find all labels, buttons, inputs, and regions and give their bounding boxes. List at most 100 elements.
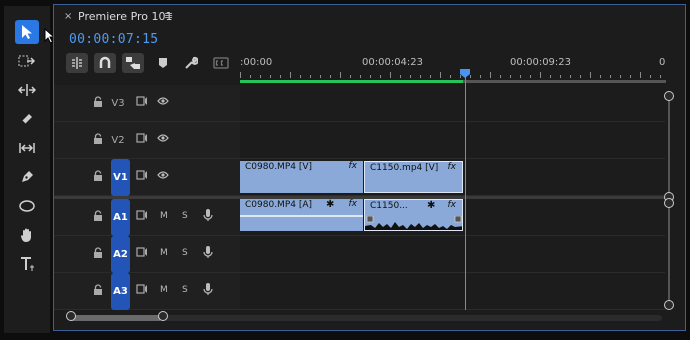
solo-button[interactable]: S — [182, 285, 188, 295]
lock-icon[interactable] — [93, 284, 103, 296]
linked-selection-button[interactable] — [122, 53, 144, 73]
arrow-pointer-icon — [22, 25, 32, 39]
close-tab-button[interactable]: × — [64, 11, 72, 22]
lock-icon[interactable] — [93, 210, 103, 222]
mute-button[interactable]: M — [160, 285, 168, 295]
track-target-a1[interactable]: A1 — [111, 199, 130, 236]
solo-button[interactable]: S — [182, 248, 188, 258]
microphone-icon[interactable] — [203, 208, 213, 222]
track-v3[interactable]: V3 — [54, 85, 665, 122]
ruler-tick — [660, 75, 661, 78]
playhead-timecode[interactable]: 00:00:07:15 — [69, 32, 158, 47]
ripple-edit-tool-button[interactable] — [15, 78, 39, 102]
insert-nested-sequence-button[interactable] — [66, 53, 88, 73]
keyframe-icon: ✱ — [326, 199, 335, 210]
audio-clip-selected[interactable]: C1150... ✱ fx — [364, 199, 463, 231]
track-name[interactable]: V3 — [107, 93, 129, 113]
mute-button[interactable]: M — [160, 248, 168, 258]
audio-waveform — [365, 216, 462, 230]
clip-label: C1150... — [370, 201, 408, 211]
razor-icon — [21, 114, 32, 125]
fx-badge: fx — [447, 162, 457, 172]
ruler-tick — [460, 75, 461, 78]
slip-tool-button[interactable] — [15, 136, 39, 160]
audio-vertical-scrollbar[interactable] — [668, 205, 670, 303]
hand-tool-button[interactable] — [15, 223, 39, 247]
panel-menu-icon[interactable]: ≡ — [164, 9, 173, 22]
lock-icon[interactable] — [93, 96, 103, 108]
track-a1[interactable]: A1 M S C0980.MP4 [A] ✱ fx C1150... ✱ fx — [54, 199, 665, 236]
track-target-a3[interactable]: A3 — [111, 273, 130, 310]
scroll-handle[interactable] — [664, 91, 674, 101]
add-marker-button[interactable] — [152, 53, 174, 73]
ruler-tick — [340, 72, 341, 78]
eye-icon[interactable] — [157, 97, 169, 105]
ellipse-tool-button[interactable] — [15, 194, 39, 218]
track-v2[interactable]: V2 — [54, 122, 665, 159]
video-clip-selected[interactable]: C1150.mp4 [V] fx — [364, 161, 463, 193]
ruler-tick — [430, 75, 431, 78]
magnet-icon — [99, 56, 111, 68]
fx-badge: fx — [348, 161, 358, 171]
playhead-line[interactable] — [465, 71, 466, 310]
eye-icon[interactable] — [157, 134, 169, 142]
razor-tool-button[interactable] — [15, 107, 39, 131]
zoom-handle-right[interactable] — [158, 311, 168, 321]
nest-icon — [72, 57, 82, 69]
ruler-tick — [610, 75, 611, 78]
zoom-handle-left[interactable] — [66, 311, 76, 321]
track-a2[interactable]: A2 M S — [54, 236, 665, 273]
ruler-tick — [580, 75, 581, 78]
ruler-tick — [400, 75, 401, 78]
microphone-icon[interactable] — [203, 245, 213, 259]
scroll-handle[interactable] — [664, 198, 674, 208]
sync-lock-icon[interactable] — [136, 133, 148, 143]
ruler-tick — [300, 75, 301, 78]
clip-label: C1150.mp4 [V] — [370, 163, 439, 173]
sync-lock-icon[interactable] — [136, 284, 148, 294]
track-name[interactable]: V2 — [107, 130, 129, 150]
ruler-tick — [590, 72, 591, 78]
timeline-settings-button[interactable] — [180, 53, 202, 73]
audio-clip[interactable]: C0980.MP4 [A] ✱ fx — [240, 199, 363, 231]
sync-lock-icon[interactable] — [136, 247, 148, 257]
eye-icon[interactable] — [157, 171, 169, 179]
time-ruler[interactable]: :00:00 00:00:04:23 00:00:09:23 0 — [240, 53, 666, 83]
lock-icon[interactable] — [93, 170, 103, 182]
ruler-tick — [500, 75, 501, 78]
sync-lock-icon[interactable] — [136, 210, 148, 220]
slip-icon — [19, 143, 35, 153]
sequence-tab-title[interactable]: Premiere Pro 101 — [78, 10, 173, 23]
lock-icon[interactable] — [93, 133, 103, 145]
ruler-tick — [470, 75, 471, 78]
lock-icon[interactable] — [93, 247, 103, 259]
ruler-tick — [240, 72, 241, 78]
track-target-v1[interactable]: V1 — [111, 159, 130, 196]
video-vertical-scrollbar[interactable] — [668, 97, 670, 197]
track-target-a2[interactable]: A2 — [111, 236, 130, 273]
type-tool-button[interactable] — [15, 252, 39, 276]
ruler-tick — [350, 75, 351, 78]
sync-lock-icon[interactable] — [136, 170, 148, 180]
sync-lock-icon[interactable] — [136, 96, 148, 106]
track-select-tool-button[interactable] — [15, 49, 39, 73]
scroll-handle[interactable] — [664, 300, 674, 310]
track-v1[interactable]: V1 C0980.MP4 [V] fx C1150.mp4 [V] fx — [54, 159, 665, 196]
track-a3[interactable]: A3 M S — [54, 273, 665, 310]
work-area-remainder — [463, 80, 666, 83]
selection-tool-button[interactable] — [15, 20, 39, 44]
zoom-scrollbar-thumb[interactable] — [68, 315, 162, 321]
ruler-label: 00:00:04:23 — [362, 57, 424, 68]
work-area-bar[interactable] — [240, 80, 463, 83]
type-icon — [21, 257, 34, 271]
mute-button[interactable]: M — [160, 211, 168, 221]
snap-button[interactable] — [94, 53, 116, 73]
ruler-tick — [250, 75, 251, 78]
video-clip[interactable]: C0980.MP4 [V] fx — [240, 161, 363, 193]
solo-button[interactable]: S — [182, 211, 188, 221]
ruler-tick — [370, 75, 371, 78]
hand-icon — [20, 228, 31, 242]
microphone-icon[interactable] — [203, 282, 213, 296]
captions-button[interactable] — [210, 53, 232, 73]
pen-tool-button[interactable] — [15, 165, 39, 189]
